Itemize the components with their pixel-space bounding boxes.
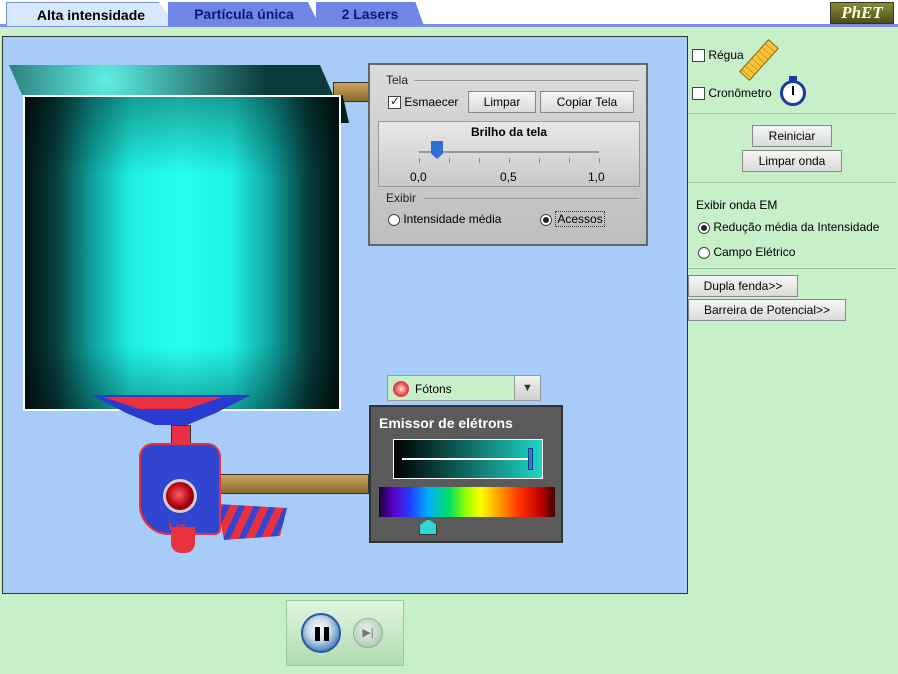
tab-2-lasers[interactable]: 2 Lasers <box>316 2 424 26</box>
tab-particula-unica[interactable]: Partícula única <box>168 2 320 26</box>
right-divider <box>688 113 896 114</box>
slider-min-label: 0,0 <box>410 170 427 184</box>
regua-option[interactable]: Régua <box>692 48 744 63</box>
intensidade-media-option[interactable]: Intensidade média <box>388 212 501 226</box>
exibir-onda-title: Exibir onda EM <box>696 198 778 212</box>
slider-max-label: 1,0 <box>588 170 605 184</box>
slider-tick <box>479 158 480 163</box>
esmaecer-option[interactable]: Esmaecer <box>388 94 459 110</box>
reducao-intensidade-option[interactable]: Redução média da Intensidade <box>698 220 879 234</box>
slider-mid-label: 0,5 <box>500 170 517 184</box>
reducao-intensidade-radio[interactable] <box>698 221 710 234</box>
intensidade-media-radio[interactable] <box>388 213 400 226</box>
acessos-option[interactable]: Acessos <box>540 211 605 227</box>
intensity-slider-thumb[interactable] <box>528 448 533 470</box>
limpar-onda-button[interactable]: Limpar onda <box>742 150 842 172</box>
campo-eletrico-radio[interactable] <box>698 246 710 259</box>
cronometro-option[interactable]: Cronômetro <box>692 86 772 101</box>
reducao-intensidade-label: Redução média da Intensidade <box>713 220 880 234</box>
slider-tick <box>539 158 540 163</box>
gun-support-rod <box>217 474 369 494</box>
tela-control-panel: Tela Esmaecer Limpar Copiar Tela Brilho … <box>368 63 648 246</box>
pause-icon <box>324 627 329 641</box>
screen-shading <box>25 97 339 409</box>
detection-screen <box>23 95 341 411</box>
regua-label: Régua <box>708 48 744 62</box>
barreira-potencial-button[interactable]: Barreira de Potencial>> <box>688 299 846 321</box>
tab-bar: Alta intensidade Partícula única 2 Laser… <box>0 0 898 27</box>
campo-eletrico-label: Campo Elétrico <box>713 245 796 259</box>
tela-group-title: Tela <box>386 73 409 87</box>
ruler-icon <box>739 38 779 82</box>
step-icon[interactable]: ▶| <box>353 618 383 648</box>
wavelength-spectrum-slider[interactable] <box>379 487 555 517</box>
clock-control-panel: ▶| <box>286 600 404 666</box>
stopwatch-icon <box>780 76 808 106</box>
phet-logo[interactable]: PhET <box>830 2 894 24</box>
reiniciar-button[interactable]: Reiniciar <box>752 125 832 147</box>
gun-label: Lig <box>169 521 186 533</box>
limpar-button[interactable]: Limpar <box>468 91 536 113</box>
brilho-slider-track[interactable] <box>419 151 599 153</box>
esmaecer-checkbox[interactable] <box>388 94 401 110</box>
simulation-play-area: Tela Esmaecer Limpar Copiar Tela Brilho … <box>2 36 688 594</box>
screen-top-edge <box>9 65 333 95</box>
stopwatch-hand <box>792 86 794 95</box>
brilho-slider-box: Brilho da tela 0,0 0,5 1,0 <box>378 121 640 187</box>
right-divider <box>688 182 896 183</box>
cronometro-checkbox[interactable] <box>692 87 705 101</box>
acessos-radio[interactable] <box>540 213 552 226</box>
pause-button[interactable] <box>301 613 341 653</box>
copiar-tela-button[interactable]: Copiar Tela <box>540 91 634 113</box>
intensidade-media-label: Intensidade média <box>403 212 502 226</box>
tela-divider <box>414 80 639 81</box>
gun-fire-button[interactable] <box>163 479 197 513</box>
brilho-slider-thumb[interactable] <box>431 141 443 159</box>
exibir-divider <box>424 198 639 199</box>
esmaecer-label: Esmaecer <box>404 95 459 109</box>
chevron-down-icon[interactable]: ▼ <box>514 376 540 400</box>
emissor-title: Emissor de elétrons <box>379 415 513 431</box>
acessos-label: Acessos <box>555 211 605 227</box>
right-control-panel: Régua Cronômetro Reiniciar Limpar onda E… <box>688 36 898 596</box>
slider-tick <box>449 158 450 163</box>
slider-tick <box>599 158 600 163</box>
source-dropdown[interactable]: Fótons ▼ <box>387 375 541 401</box>
dupla-fenda-button[interactable]: Dupla fenda>> <box>688 275 798 297</box>
right-divider <box>688 268 896 269</box>
emissor-panel: Emissor de elétrons <box>369 405 563 543</box>
pause-icon <box>315 627 320 641</box>
slider-tick <box>509 158 510 163</box>
slider-tick <box>569 158 570 163</box>
gun-tail <box>217 504 287 540</box>
photon-icon <box>393 381 409 397</box>
regua-checkbox[interactable] <box>692 49 705 63</box>
tab-alta-intensidade[interactable]: Alta intensidade <box>6 2 176 26</box>
cronometro-label: Cronômetro <box>708 86 772 100</box>
wavelength-slider-thumb[interactable] <box>419 519 438 535</box>
intensity-slider-track[interactable] <box>402 458 528 460</box>
source-dropdown-value: Fótons <box>415 382 452 396</box>
exibir-group-title: Exibir <box>386 191 417 205</box>
campo-eletrico-option[interactable]: Campo Elétrico <box>698 245 795 259</box>
slider-tick <box>419 158 420 163</box>
brilho-slider-title: Brilho da tela <box>470 125 547 139</box>
intensity-slider[interactable] <box>393 439 543 479</box>
